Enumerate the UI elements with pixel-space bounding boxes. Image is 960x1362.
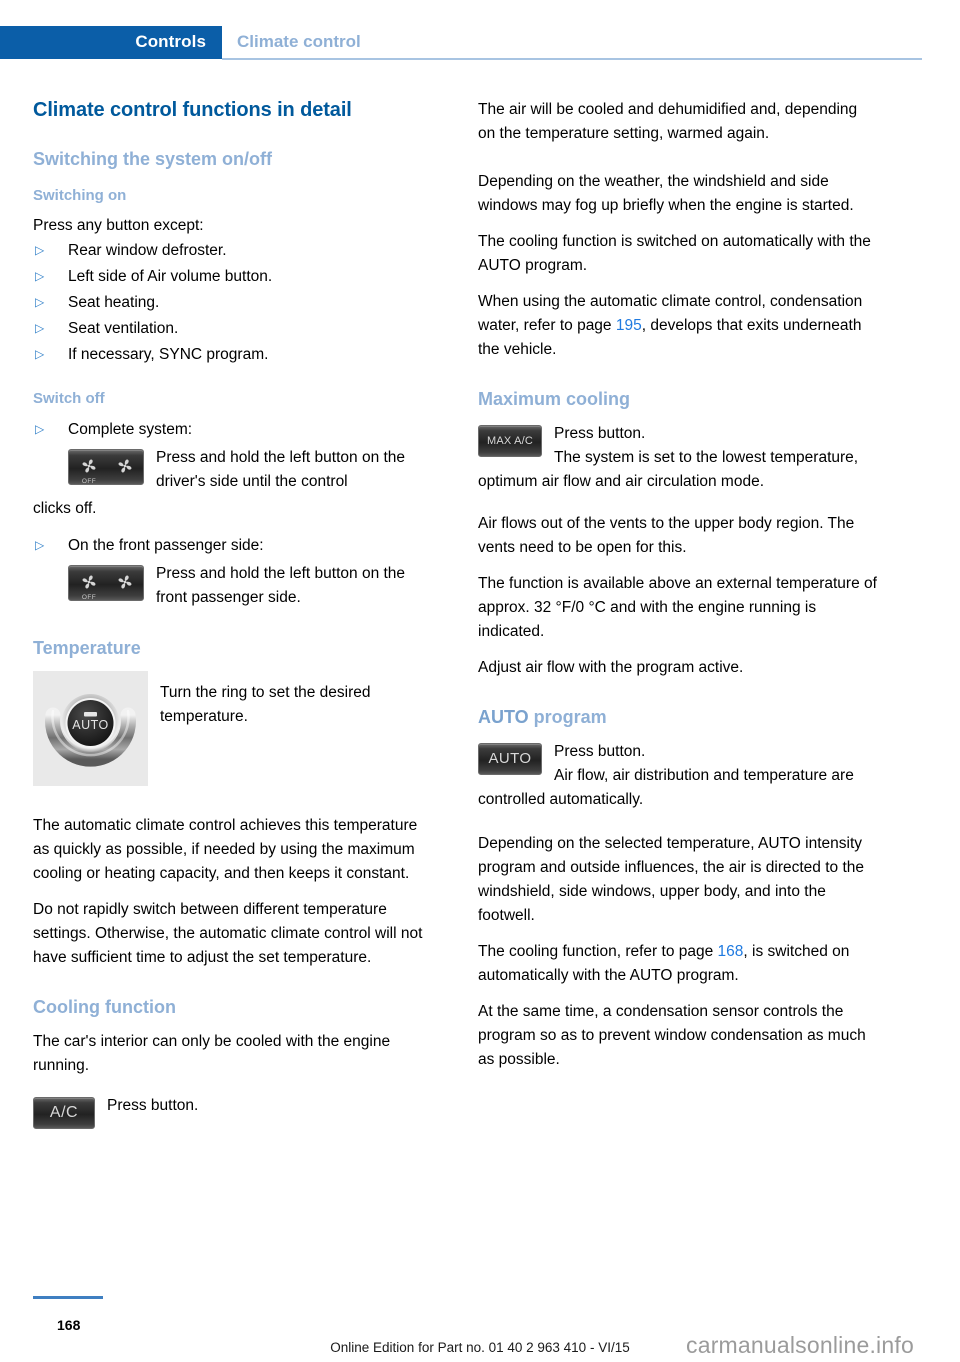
section-auto-program-strong: AUTO [478,707,529,727]
list-item: ▷ Seat ventilation. [33,316,433,341]
right-paragraph-10: At the same time, a condensation sensor … [478,1003,866,1068]
section-temperature: Temperature [33,638,141,658]
page-xref-link-168[interactable]: 168 [718,943,744,960]
list-item: ▷ Seat heating. [33,290,433,315]
temperature-paragraph-2: Do not rapidly switch between different … [33,901,423,966]
climate-off-button-passenger[interactable]: OFF [68,565,144,601]
climate-off-button-driver[interactable]: OFF [68,449,144,485]
list-item-label: Left side of Air volume button. [68,268,273,285]
breadcrumb-tab-label: Controls [135,32,206,51]
breadcrumb-tab-controls[interactable]: Controls [0,26,222,59]
triangle-bullet-icon: ▷ [35,347,45,361]
fan-icon [118,459,132,473]
right-paragraph-3: The cooling function is switched on auto… [478,233,871,274]
triangle-bullet-icon: ▷ [35,321,45,335]
ac-press-button-text: Press button. [107,1097,199,1114]
off-button-label: OFF [81,594,97,601]
list-item-label: If necessary, SYNC program. [68,346,269,363]
max-ac-button[interactable]: MAX A/C [478,425,542,457]
paragraph-text-before-xref: The cooling function, refer to page [478,943,718,960]
off-button-row-driver: OFF Press and hold the left button on th… [68,446,433,495]
section-switching-system-on-off: Switching the system on/off [33,149,273,169]
right-paragraph-6: The function is available above an exter… [478,575,877,640]
rotary-dial-icon: AUTO [33,671,148,786]
page-footer: 168 Online Edition for Part no. 01 40 2 … [0,1296,960,1362]
off-button-driver-text: Press and hold the left button on the dr… [156,449,406,490]
right-paragraph-1: The air will be cooled and dehumidified … [478,101,858,142]
section-auto-program-rest: program [528,707,607,727]
breadcrumb-section-label: Climate control [237,32,361,51]
section-cooling-function: Cooling function [33,997,176,1017]
list-item: ▷ Complete system: [33,417,433,442]
section-maximum-cooling: Maximum cooling [478,389,631,409]
fan-icon [118,575,132,589]
list-item: ▷ If necessary, SYNC program. [33,342,433,367]
page-number: 168 [57,1317,81,1333]
press-any-button-text: Press any button except: [33,217,204,234]
ac-button[interactable]: A/C [33,1097,95,1129]
temperature-dial-figure: AUTO [33,671,148,786]
off-button-driver-text-continued: clicks off. [33,500,97,517]
right-paragraph-9: The cooling function, refer to page 168,… [478,940,878,988]
right-paragraph-7: Adjust air flow with the program active. [478,659,744,676]
triangle-bullet-icon: ▷ [35,295,45,309]
list-item: ▷ Rear window defroster. [33,238,433,263]
off-button-passenger-text: Press and hold the left button on the fr… [156,565,406,606]
off-button-row-passenger: OFF Press and hold the left button on th… [68,562,433,611]
watermark: carmanualsonline.info [686,1332,914,1358]
right-paragraph-8: Depending on the selected temperature, A… [478,835,865,924]
footer-divider [33,1296,103,1299]
list-item-label: Rear window defroster. [68,242,227,259]
page-xref-link-195[interactable]: 195 [616,317,642,334]
triangle-bullet-icon: ▷ [35,538,45,552]
section-auto-program: AUTO program [478,706,878,728]
page-header: Controls Climate control [0,0,960,62]
auto-press-button-text: Press button. [554,743,646,760]
svg-text:AUTO: AUTO [72,718,109,732]
max-ac-button-row: MAX A/C Press button. The system is set … [478,422,878,494]
list-item-label: Complete system: [68,421,193,438]
subsection-switching-on: Switching on [33,187,127,204]
header-divider [222,58,922,60]
temperature-dial-caption: Turn the ring to set the desired tempera… [160,684,371,725]
triangle-bullet-icon: ▷ [35,269,45,283]
triangle-bullet-icon: ▷ [35,243,45,257]
right-column: The air will be cooled and dehumidified … [478,98,878,1084]
list-item-label: Seat heating. [68,294,160,311]
temperature-paragraph-1: The automatic climate control achieves t… [33,817,418,882]
right-paragraph-2: Depending on the weather, the windshield… [478,173,854,214]
page-title: Climate control functions in detail [33,99,352,121]
list-item: ▷ Left side of Air volume button. [33,264,433,289]
temperature-dial-figure-row: AUTO Turn the ring to set the desired te… [33,671,433,786]
triangle-bullet-icon: ▷ [35,422,45,436]
switch-off-list-2: ▷ On the front passenger side: [33,533,433,558]
ac-button-row: A/C Press button. [33,1094,433,1139]
right-paragraph-5: Air flows out of the vents to the upper … [478,515,855,556]
max-ac-press-button-text: Press button. [554,425,646,442]
right-paragraph-4: When using the automatic climate control… [478,290,878,362]
cooling-paragraph-1: The car's interior can only be cooled wi… [33,1033,391,1074]
switch-off-list-1: ▷ Complete system: [33,417,433,442]
subsection-switch-off: Switch off [33,390,105,407]
list-item-label: On the front passenger side: [68,537,264,554]
list-item: ▷ On the front passenger side: [33,533,433,558]
off-button-label: OFF [81,478,97,485]
left-column: Climate control functions in detail Swit… [33,98,433,1141]
auto-button-row: AUTO Press button. Air flow, air distrib… [478,740,878,812]
auto-button[interactable]: AUTO [478,743,542,775]
switching-on-exceptions-list: ▷ Rear window defroster. ▷ Left side of … [33,238,433,367]
list-item-label: Seat ventilation. [68,320,179,337]
